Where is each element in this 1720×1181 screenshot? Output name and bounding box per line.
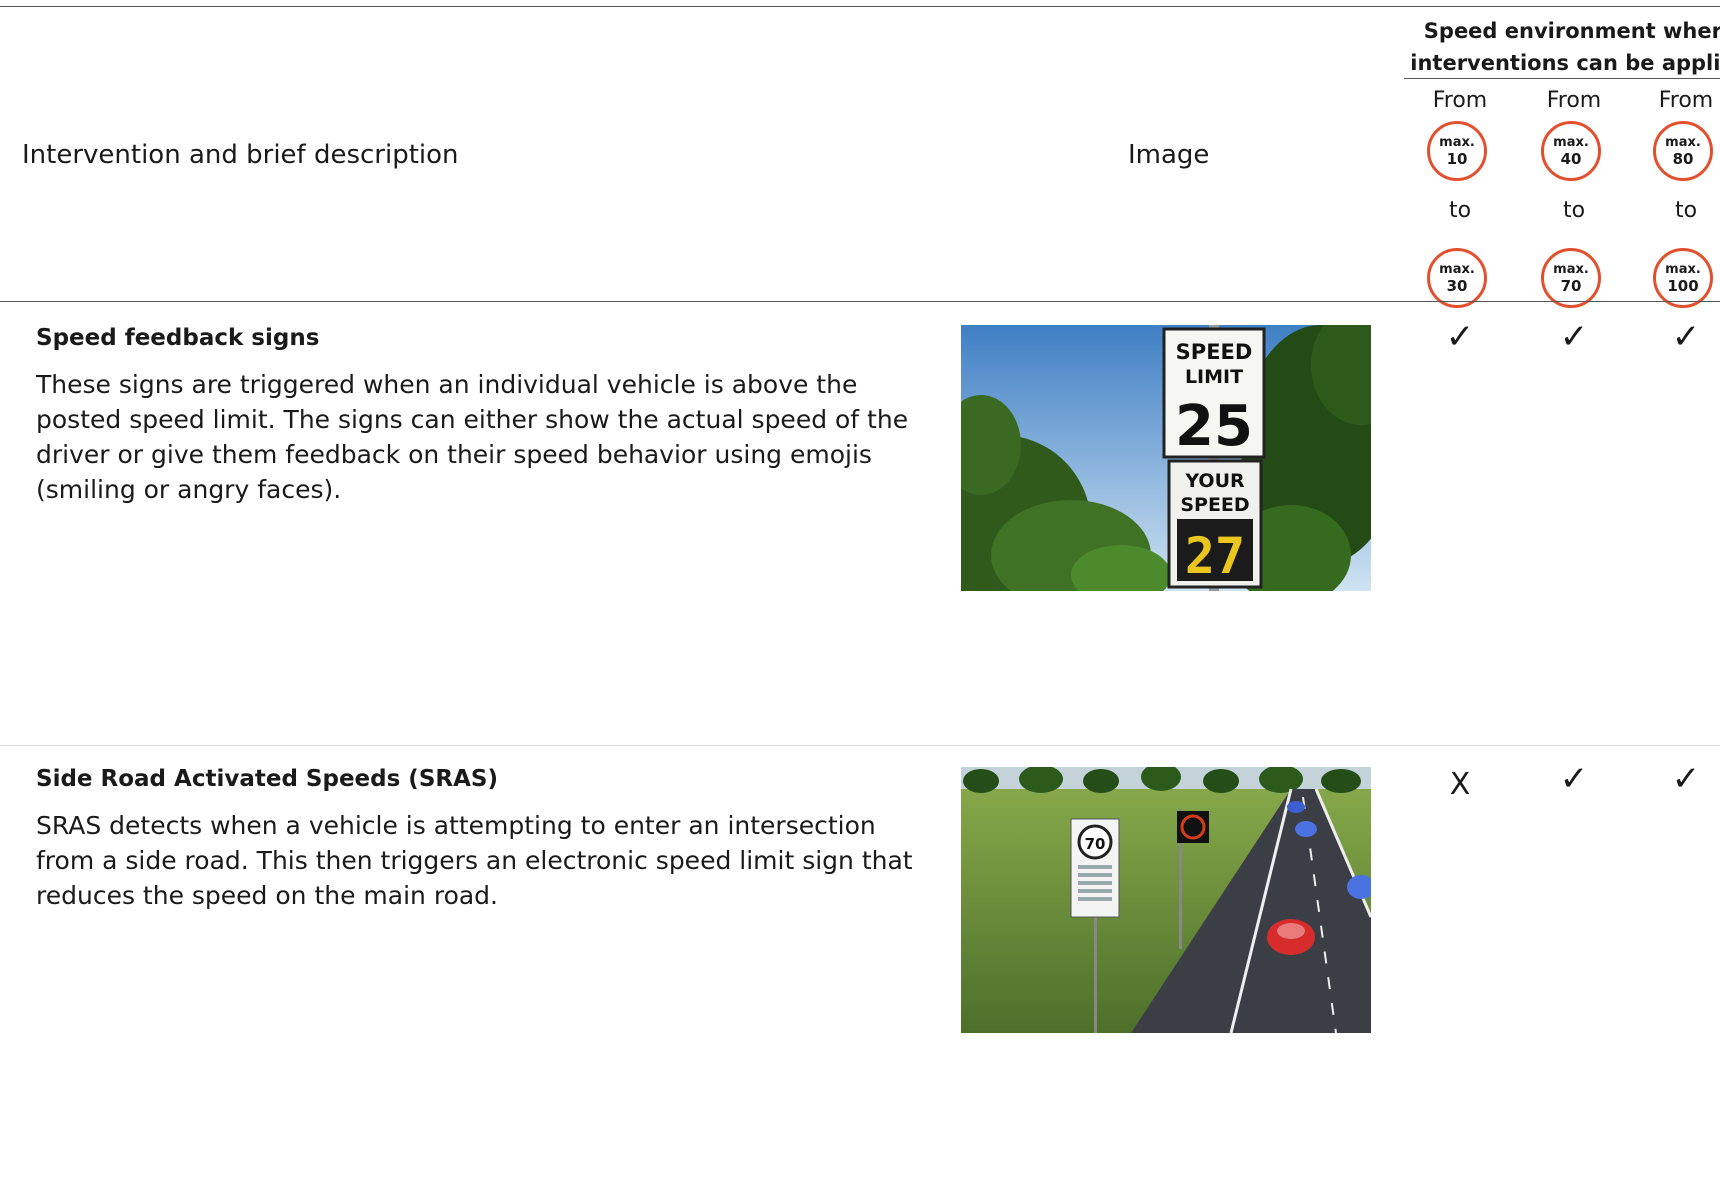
intervention-title: Speed feedback signs bbox=[36, 325, 320, 351]
badge-value: 10 bbox=[1446, 150, 1468, 168]
from-label: From bbox=[1658, 88, 1714, 113]
intervention-description: These signs are triggered when an indivi… bbox=[36, 370, 909, 504]
from-label: From bbox=[1546, 88, 1602, 113]
sras-road-photo: 70 bbox=[961, 767, 1371, 1033]
display-line1: YOUR bbox=[1184, 470, 1245, 492]
check-icon: ✓ bbox=[1559, 759, 1589, 799]
speed-range-40-70: From max. 40 to max. 70 bbox=[1524, 0, 1624, 308]
badge-max-label: max. bbox=[1665, 135, 1701, 150]
speed-limit-badge-icon: max. 70 bbox=[1541, 248, 1601, 308]
intervention-title: Side Road Activated Speeds (SRAS) bbox=[36, 766, 498, 792]
speed-limit-badge-icon: max. 100 bbox=[1653, 248, 1713, 308]
speed-limit-badge-icon: max. 40 bbox=[1541, 121, 1601, 181]
to-label: to bbox=[1448, 198, 1472, 223]
badge-value: 70 bbox=[1560, 277, 1582, 295]
speed-feedback-sign-photo: SPEED LIMIT 25 YOUR SPEED 27 bbox=[961, 325, 1371, 591]
speed-limit-badge-icon: max. 80 bbox=[1653, 121, 1713, 181]
from-label: From bbox=[1432, 88, 1488, 113]
to-label: to bbox=[1562, 198, 1586, 223]
badge-max-label: max. bbox=[1439, 135, 1475, 150]
column-header-description: Intervention and brief description bbox=[22, 140, 459, 170]
sras-road-illustration: 70 bbox=[961, 767, 1371, 1033]
cross-mark: X bbox=[1449, 767, 1471, 802]
row-divider bbox=[0, 745, 1720, 746]
intervention-description: SRAS detects when a vehicle is attemptin… bbox=[36, 811, 913, 910]
display-line2: SPEED bbox=[1180, 494, 1249, 516]
header-rule bbox=[0, 301, 1720, 302]
sign-line1: SPEED bbox=[1176, 340, 1253, 364]
check-icon: ✓ bbox=[1671, 317, 1701, 357]
speed-feedback-sign-illustration: SPEED LIMIT 25 YOUR SPEED 27 bbox=[961, 325, 1371, 591]
column-header-image: Image bbox=[1128, 140, 1210, 170]
speed-limit-badge-icon: max. 10 bbox=[1427, 121, 1487, 181]
sign-value: 25 bbox=[1175, 394, 1253, 459]
speed-limit-badge-icon: max. 30 bbox=[1427, 248, 1487, 308]
static-sign-value: 70 bbox=[1085, 835, 1106, 853]
badge-max-label: max. bbox=[1665, 262, 1701, 277]
display-value: 27 bbox=[1185, 527, 1245, 585]
badge-value: 40 bbox=[1560, 150, 1582, 168]
speed-range-80-100: From max. 80 to max. 100 bbox=[1636, 0, 1720, 308]
check-icon: ✓ bbox=[1445, 317, 1475, 357]
badge-max-label: max. bbox=[1553, 262, 1589, 277]
to-label: to bbox=[1674, 198, 1698, 223]
sign-line2: LIMIT bbox=[1185, 366, 1243, 388]
badge-value: 80 bbox=[1672, 150, 1694, 168]
check-icon: ✓ bbox=[1671, 759, 1701, 799]
badge-max-label: max. bbox=[1439, 262, 1475, 277]
check-icon: ✓ bbox=[1559, 317, 1589, 357]
badge-max-label: max. bbox=[1553, 135, 1589, 150]
speed-range-10-30: From max. 10 to max. 30 bbox=[1410, 0, 1510, 308]
badge-value: 30 bbox=[1446, 277, 1468, 295]
badge-value: 100 bbox=[1667, 277, 1699, 295]
